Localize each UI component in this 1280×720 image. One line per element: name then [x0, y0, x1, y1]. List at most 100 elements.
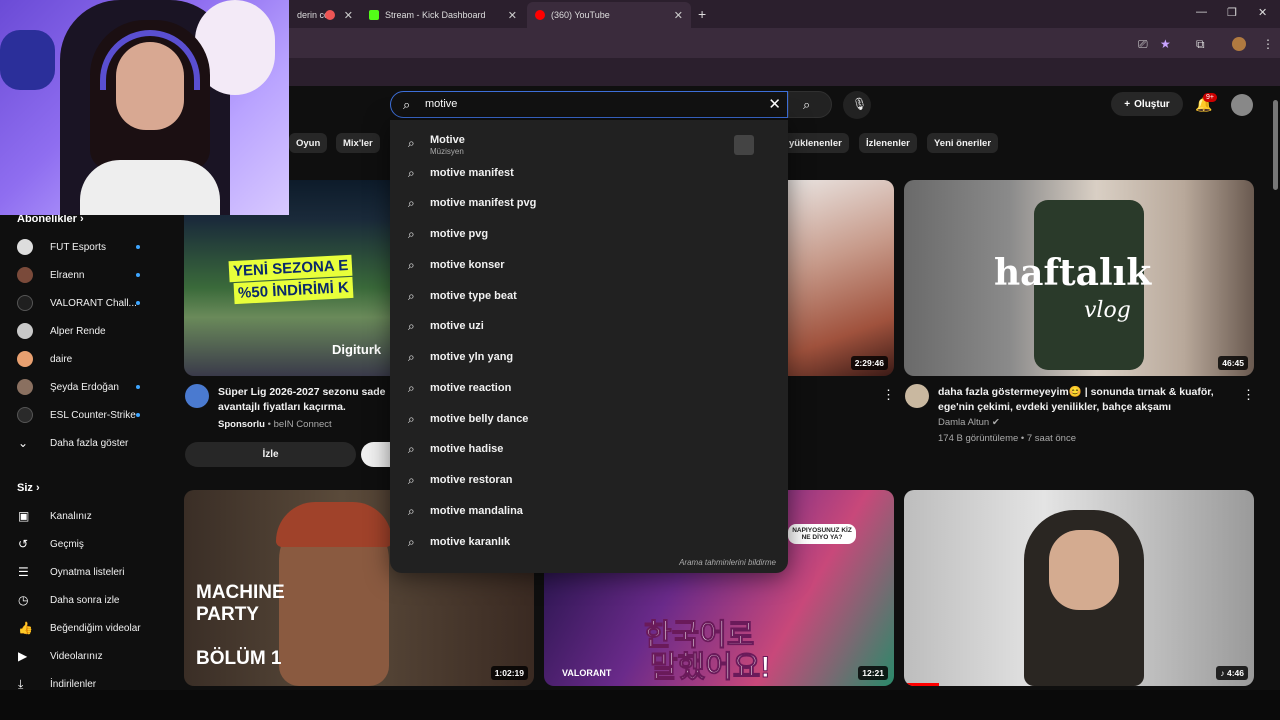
sidebar-channel-esl-cs[interactable]: ESL Counter-Strike: [0, 402, 160, 428]
chip-oyun[interactable]: Oyun: [289, 133, 328, 153]
search-icon: ⌕: [803, 97, 811, 112]
more-options-icon[interactable]: ⋮: [1242, 387, 1255, 403]
video-3-channel[interactable]: Damla Altun ✔: [938, 417, 1000, 428]
suggestion-item[interactable]: ⌕ motive hadise: [390, 434, 788, 464]
suggestion-item[interactable]: ⌕ motive belly dance: [390, 404, 788, 434]
thumb-text-bolum: BÖLÜM 1: [196, 648, 282, 669]
create-label: Oluştur: [1134, 98, 1170, 110]
video-2-thumbnail[interactable]: 2:29:46: [788, 180, 894, 376]
clear-search-icon[interactable]: ✕: [768, 95, 781, 113]
sidebar-channel-fut-esports[interactable]: FUT Esports: [0, 234, 160, 260]
notifications-badge: 9+: [1203, 93, 1217, 102]
chip-label: Mix'ler: [343, 137, 373, 149]
video-3-thumbnail[interactable]: haftalık vlog 46:45: [904, 180, 1254, 376]
sidebar-channel-alper-rende[interactable]: Alper Rende: [0, 318, 160, 344]
extensions-icon[interactable]: ⧉: [1196, 37, 1205, 52]
sidebar-item-your-videos[interactable]: ▶ Videolarınız: [0, 643, 160, 669]
channel-avatar[interactable]: [905, 384, 929, 408]
sponsor-avatar[interactable]: [185, 384, 209, 408]
sidebar-channel-seyda-erdogan[interactable]: Şeyda Erdoğan: [0, 374, 160, 400]
show-more-label: Daha fazla göster: [50, 437, 129, 449]
suggestion-top[interactable]: ⌕ Motive Müzisyen: [390, 124, 788, 160]
ad-title-line1: Süper Lig 2026-2027 sezonu sade: [218, 386, 386, 398]
suggestion-item[interactable]: ⌕ motive manifest: [390, 158, 788, 188]
scrollbar-thumb[interactable]: [1273, 100, 1278, 190]
suggestion-item[interactable]: ⌕ motive reaction: [390, 373, 788, 403]
streamer-shape: [80, 20, 220, 215]
sidebar-channel-valorant[interactable]: VALORANT Chall...: [0, 290, 160, 316]
your-videos-icon: ▶: [18, 649, 28, 663]
tab-1-close-icon[interactable]: ✕: [344, 9, 353, 22]
suggestion-item[interactable]: ⌕ motive yln yang: [390, 342, 788, 372]
tab-2[interactable]: Stream - Kick Dashboard ✕: [361, 2, 525, 28]
create-button[interactable]: + Oluştur: [1111, 92, 1183, 116]
profile-icon[interactable]: [1232, 37, 1246, 51]
search-input[interactable]: ⌕ motive ✕: [390, 91, 788, 118]
minimize-icon[interactable]: —: [1196, 6, 1207, 18]
account-avatar[interactable]: [1231, 94, 1253, 116]
sidebar-channel-daire[interactable]: daire: [0, 346, 160, 372]
thumb-korean-line2: 말했어요!: [649, 651, 771, 685]
suggestion-item[interactable]: ⌕ motive manifest pvg: [390, 188, 788, 218]
sidebar-show-more[interactable]: ⌄ Daha fazla göster: [0, 430, 160, 456]
voice-search-button[interactable]: 🎙: [843, 91, 871, 119]
search-icon: ⌕: [408, 257, 415, 272]
suggestion-text: motive uzi: [430, 320, 484, 332]
report-predictions-link[interactable]: Arama tahminlerini bildirme: [679, 558, 776, 567]
shirt-shape: [80, 160, 220, 215]
ad-title[interactable]: Süper Lig 2026-2027 sezonu sade avantajl…: [218, 385, 390, 415]
ad-secondary-button[interactable]: [361, 442, 390, 467]
tab-3-close-icon[interactable]: ✕: [674, 9, 683, 22]
menu-dots-icon[interactable]: ⋮: [1262, 37, 1274, 51]
ad-watch-button[interactable]: İzle: [185, 442, 356, 467]
playlists-icon: ☰: [18, 565, 29, 579]
cap-shape: [276, 502, 392, 547]
tab-2-close-icon[interactable]: ✕: [508, 9, 517, 22]
cast-icon[interactable]: ⎚: [1138, 37, 1148, 52]
kick-icon: [369, 10, 379, 20]
sidebar-item-liked-videos[interactable]: 👍 Beğendiğim videolar: [0, 615, 160, 641]
chip-mixler[interactable]: Mix'ler: [336, 133, 380, 153]
record-icon: [325, 10, 335, 20]
sidebar-item-watch-later[interactable]: ◷ Daha sonra izle: [0, 587, 160, 613]
chip-yuklenenler[interactable]: yüklenenler: [782, 133, 849, 153]
search-button[interactable]: ⌕: [788, 91, 832, 118]
sidebar-item-label: Kanalınız: [50, 510, 92, 522]
tab-3[interactable]: (360) YouTube ✕: [527, 2, 691, 28]
video-3-title[interactable]: daha fazla göstermeyeyim😊 | sonunda tırn…: [938, 385, 1238, 415]
sidebar-item-label: Daha sonra izle: [50, 594, 120, 606]
chip-izlenenler[interactable]: İzlenenler: [859, 133, 917, 153]
channel-avatar: [17, 295, 33, 311]
suggestion-text: motive manifest pvg: [430, 197, 537, 209]
window-close-icon[interactable]: ✕: [1258, 6, 1267, 19]
you-heading[interactable]: Siz ›: [17, 482, 40, 494]
suggestion-item[interactable]: ⌕ motive konser: [390, 250, 788, 280]
youtube-icon: [535, 10, 545, 20]
new-tab-icon[interactable]: +: [698, 6, 706, 22]
bookmark-star-icon[interactable]: ★: [1160, 37, 1171, 51]
suggestion-item[interactable]: ⌕ motive pvg: [390, 219, 788, 249]
sidebar-item-history[interactable]: ↺ Geçmiş: [0, 531, 160, 557]
chip-yeni-oneriler[interactable]: Yeni öneriler: [927, 133, 999, 153]
suggestion-item[interactable]: ⌕ motive type beat: [390, 281, 788, 311]
more-options-icon[interactable]: ⋮: [882, 387, 895, 403]
sidebar-item-playlists[interactable]: ☰ Oynatma listeleri: [0, 559, 160, 585]
channel-name: Alper Rende: [50, 325, 106, 337]
live-dot: [136, 301, 140, 305]
ad-title-line2: avantajlı fiyatları kaçırma.: [218, 401, 346, 413]
tab-1[interactable]: derin co ✕: [289, 2, 361, 28]
verified-icon: ✔: [991, 417, 1000, 428]
restore-icon[interactable]: ❐: [1227, 6, 1237, 19]
suggestion-item[interactable]: ⌕ motive restoran: [390, 465, 788, 495]
sidebar-item-your-channel[interactable]: ▣ Kanalınız: [0, 503, 160, 529]
watch-later-icon: ◷: [18, 593, 29, 607]
page-scrollbar[interactable]: [1272, 86, 1280, 720]
search-icon: ⌕: [408, 136, 415, 150]
video-6-thumbnail[interactable]: ♪ 4:46: [904, 490, 1254, 686]
suggestion-item[interactable]: ⌕ motive uzi: [390, 311, 788, 341]
sidebar-channel-elraenn[interactable]: Elraenn: [0, 262, 160, 288]
search-icon: ⌕: [408, 503, 415, 518]
artist-thumbnail: [734, 135, 754, 155]
suggestion-item[interactable]: ⌕ motive karanlık: [390, 527, 788, 557]
suggestion-item[interactable]: ⌕ motive mandalina: [390, 496, 788, 526]
